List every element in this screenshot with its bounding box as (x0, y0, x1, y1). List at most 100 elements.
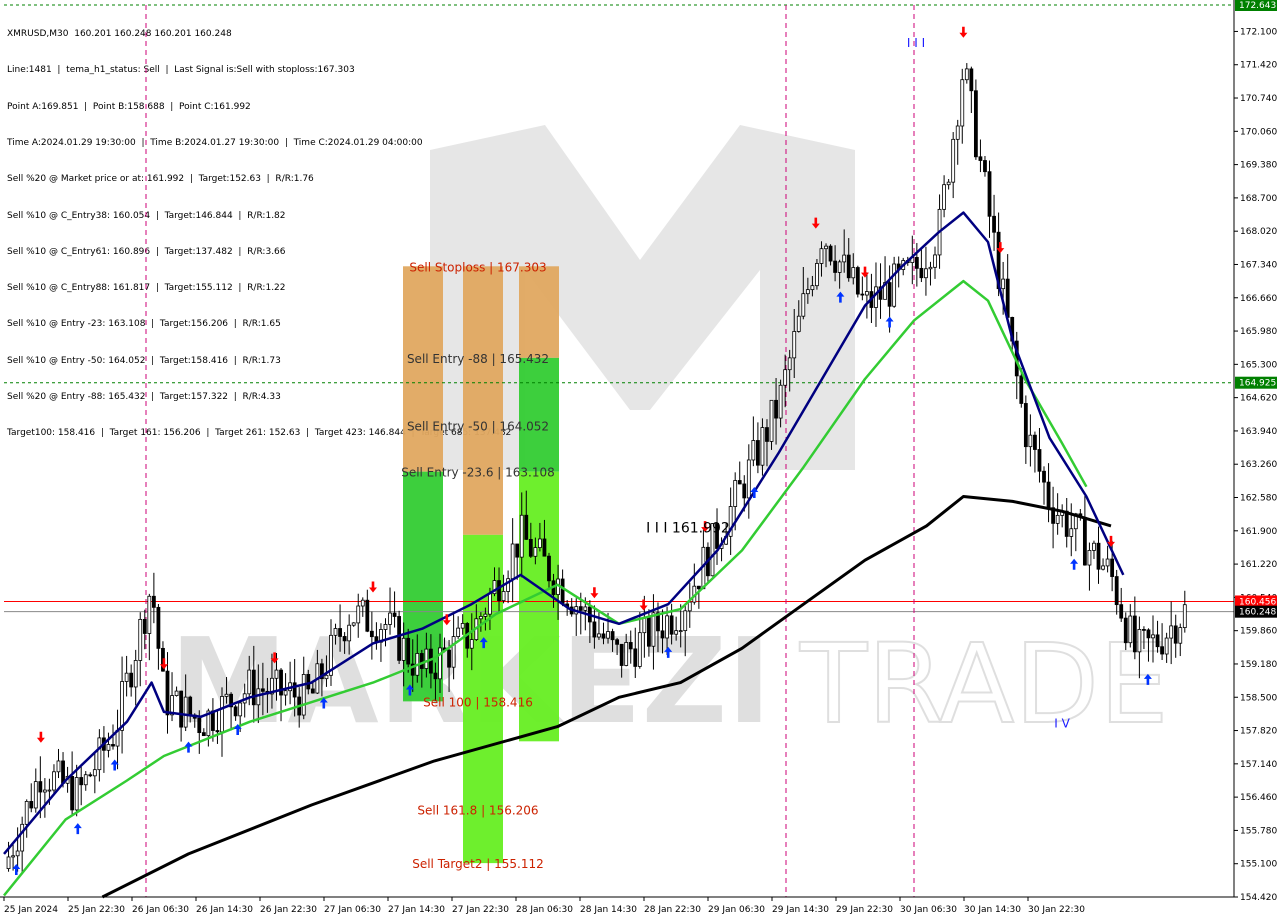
candle (138, 618, 143, 661)
candle (88, 774, 93, 777)
candle (129, 672, 134, 688)
candle (1137, 629, 1142, 653)
zone-label: Sell Target2 | 155.112 (412, 857, 544, 871)
candle (33, 781, 38, 809)
candle (751, 440, 756, 461)
y-tick-label: 168.700 (1240, 194, 1277, 204)
candle (347, 624, 352, 642)
candle (1160, 646, 1164, 655)
y-tick-label: 170.740 (1240, 94, 1277, 104)
y-tick-label: 163.940 (1240, 427, 1277, 437)
candle (6, 856, 11, 870)
candle (1092, 542, 1096, 551)
candle (892, 263, 897, 307)
buy-arrow-icon (1070, 558, 1079, 570)
candle (774, 399, 778, 419)
candle (188, 696, 193, 716)
candle (356, 605, 361, 624)
candle (528, 538, 533, 557)
candle (47, 789, 52, 792)
candle (392, 612, 397, 617)
price-chart[interactable]: MARKEZITRADESell Stoploss | 167.303Sell … (0, 0, 1280, 920)
candle (1110, 558, 1115, 577)
y-tick-label: 161.220 (1240, 560, 1277, 570)
x-tick-label: 28 Jan 14:30 (580, 905, 637, 915)
candle (306, 674, 311, 690)
sell-zone (463, 266, 503, 535)
candle (733, 480, 738, 507)
candle (224, 693, 229, 697)
candle (211, 710, 215, 731)
candle (960, 79, 965, 127)
candle (914, 257, 919, 269)
sell-zone (519, 266, 559, 358)
candle (819, 248, 824, 264)
candle (497, 580, 501, 602)
y-tick-label: 157.820 (1240, 727, 1277, 737)
y-tick-label: 169.380 (1240, 161, 1277, 171)
candle (251, 669, 256, 706)
candle (451, 636, 456, 668)
candle (383, 624, 388, 630)
candle (15, 850, 20, 857)
y-tick-label: 167.340 (1240, 260, 1277, 270)
candle (92, 769, 97, 777)
candle (983, 160, 987, 173)
candle (887, 282, 892, 307)
candle (42, 789, 47, 793)
candle (1123, 617, 1128, 644)
candle (696, 585, 701, 590)
candle (815, 263, 819, 287)
candle (1055, 514, 1060, 524)
candle (83, 774, 88, 786)
candle (1173, 625, 1178, 644)
candle (324, 674, 329, 680)
x-tick-label: 26 Jan 06:30 (132, 905, 189, 915)
candle (401, 637, 406, 661)
candle (70, 775, 75, 811)
y-tick-label: 165.980 (1240, 327, 1277, 337)
candle (351, 622, 356, 626)
candle (74, 777, 79, 811)
candle (969, 68, 974, 92)
y-tick-label: 157.140 (1240, 760, 1277, 770)
candle (778, 384, 783, 419)
x-tick-label: 30 Jan 06:30 (900, 905, 957, 915)
candle (1033, 434, 1037, 450)
candle (524, 514, 529, 540)
price-tag-label: 172.643 (1239, 1, 1276, 11)
candle (247, 669, 252, 695)
y-tick-label: 154.420 (1240, 893, 1277, 903)
candle (38, 781, 43, 793)
buy-arrow-icon (73, 823, 82, 835)
candle (365, 599, 370, 632)
pattern-label: I V (1054, 717, 1070, 731)
candle (1164, 637, 1169, 655)
candle (1064, 510, 1069, 537)
candle (864, 291, 869, 296)
candle (179, 690, 184, 728)
candle (515, 543, 520, 558)
y-tick-label: 156.460 (1240, 793, 1277, 803)
y-tick-label: 159.180 (1240, 660, 1277, 670)
candle (488, 593, 492, 615)
candle (860, 293, 865, 296)
candle (737, 480, 742, 485)
candle (924, 268, 928, 279)
candle (933, 254, 937, 268)
candle (292, 682, 297, 698)
candle (388, 612, 392, 625)
candle (151, 595, 156, 608)
price-tag-label: 160.248 (1239, 608, 1276, 618)
candle (755, 440, 760, 466)
candle (1028, 434, 1033, 448)
candle (11, 855, 15, 858)
candle (746, 459, 751, 499)
x-tick-label: 27 Jan 14:30 (388, 905, 445, 915)
candle (760, 427, 765, 466)
candle (156, 606, 161, 649)
x-tick-label: 28 Jan 06:30 (516, 905, 573, 915)
candle (628, 642, 633, 650)
candle (601, 633, 606, 639)
candle (142, 618, 147, 634)
